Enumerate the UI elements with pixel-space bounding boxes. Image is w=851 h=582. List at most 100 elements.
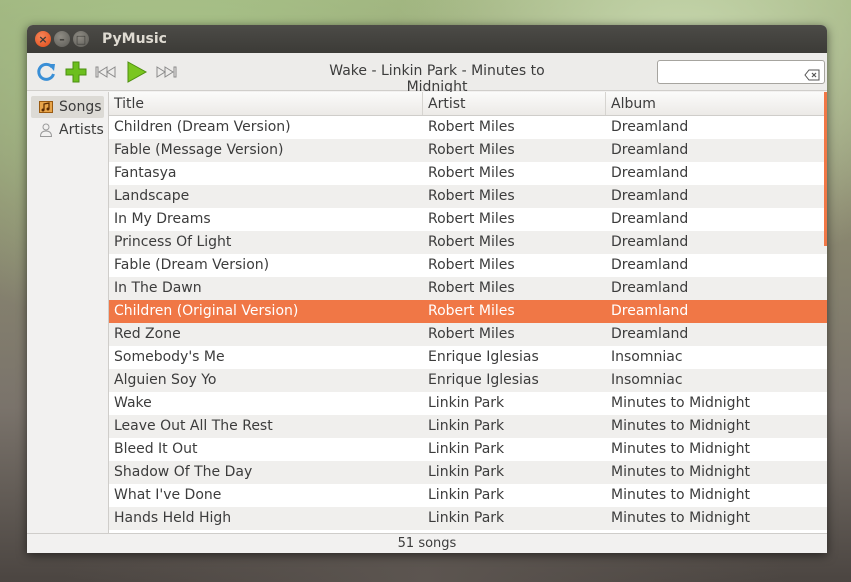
maximize-icon: □ <box>75 32 87 46</box>
cell-title: Landscape <box>114 188 190 204</box>
table-row[interactable]: Wake Linkin Park Minutes to Midnight <box>109 392 827 415</box>
cell-album: Dreamland <box>611 234 689 250</box>
sidebar-item-label: Artists <box>59 122 104 138</box>
cell-artist: Enrique Iglesias <box>428 372 539 388</box>
table-row[interactable]: Alguien Soy Yo Enrique Iglesias Insomniac <box>109 369 827 392</box>
cell-album: Minutes to Midnight <box>611 441 750 457</box>
table-row[interactable]: What I've Done Linkin Park Minutes to Midn… <box>109 484 827 507</box>
cell-title: Somebody's Me <box>114 349 225 365</box>
refresh-button[interactable] <box>31 57 61 87</box>
cell-artist: Linkin Park <box>428 487 505 503</box>
minimize-window-button[interactable]: – <box>54 31 70 47</box>
sidebar: Songs Artists <box>27 92 109 533</box>
cell-artist: Robert Miles <box>428 303 515 319</box>
table-header: Title Artist Album <box>109 92 827 116</box>
cell-album: Minutes to Midnight <box>611 487 750 503</box>
sidebar-item-label: Songs <box>59 99 102 115</box>
table-row[interactable]: Fable (Message Version) Robert Miles Dream… <box>109 139 827 162</box>
search-input[interactable] <box>662 62 802 82</box>
table-row[interactable]: Children (Dream Version) Robert Miles Drea… <box>109 116 827 139</box>
cell-title: Fantasya <box>114 165 177 181</box>
song-table: Title Artist Album Children (Dream Versi… <box>109 92 827 533</box>
next-button[interactable] <box>151 57 181 87</box>
table-row[interactable]: Children (Original Version) Robert Miles D… <box>109 300 827 323</box>
cell-album: Dreamland <box>611 211 689 227</box>
cell-title: Hands Held High <box>114 510 232 526</box>
content-area: Songs Artists Title Artist Album Childre… <box>27 92 827 533</box>
cell-album: Dreamland <box>611 303 689 319</box>
cell-artist: Linkin Park <box>428 418 505 434</box>
table-row[interactable]: Leave Out All The Rest Linkin Park Minutes… <box>109 415 827 438</box>
table-row[interactable]: Shadow Of The Day Linkin Park Minutes to M… <box>109 461 827 484</box>
cell-title: Princess Of Light <box>114 234 232 250</box>
previous-button[interactable] <box>91 57 121 87</box>
sidebar-item-songs[interactable]: Songs <box>31 96 104 118</box>
add-button[interactable] <box>61 57 91 87</box>
cell-artist: Enrique Iglesias <box>428 349 539 365</box>
close-window-button[interactable]: × <box>35 31 51 47</box>
status-bar: 51 songs <box>27 533 827 553</box>
cell-title: In The Dawn <box>114 280 202 296</box>
cell-artist: Robert Miles <box>428 211 515 227</box>
cell-album: Dreamland <box>611 257 689 273</box>
cell-artist: Linkin Park <box>428 395 505 411</box>
window-title: PyMusic <box>102 31 167 47</box>
table-row[interactable]: Princess Of Light Robert Miles Dreamland <box>109 231 827 254</box>
sidebar-item-artists[interactable]: Artists <box>31 119 104 141</box>
cell-album: Insomniac <box>611 349 683 365</box>
cell-artist: Robert Miles <box>428 280 515 296</box>
title-bar[interactable]: × – □ PyMusic <box>27 25 827 53</box>
table-row[interactable]: Red Zone Robert Miles Dreamland <box>109 323 827 346</box>
table-row[interactable]: Somebody's Me Enrique Iglesias Insomniac <box>109 346 827 369</box>
cell-title: Red Zone <box>114 326 181 342</box>
table-row[interactable]: In The Dawn Robert Miles Dreamland <box>109 277 827 300</box>
search-box <box>657 60 825 84</box>
cell-artist: Robert Miles <box>428 234 515 250</box>
skip-forward-icon <box>156 65 177 78</box>
cell-title: Bleed It Out <box>114 441 198 457</box>
cell-artist: Robert Miles <box>428 142 515 158</box>
cell-title: Fable (Dream Version) <box>114 257 270 273</box>
cell-album: Minutes to Midnight <box>611 418 750 434</box>
cell-title: Wake <box>114 395 152 411</box>
cell-artist: Robert Miles <box>428 257 515 273</box>
plus-icon <box>65 61 87 82</box>
cell-artist: Linkin Park <box>428 510 505 526</box>
cell-title: Shadow Of The Day <box>114 464 253 480</box>
table-row[interactable]: Landscape Robert Miles Dreamland <box>109 185 827 208</box>
table-row[interactable]: Hands Held High Linkin Park Minutes to Mid… <box>109 507 827 530</box>
cell-title: Leave Out All The Rest <box>114 418 273 434</box>
cell-album: Dreamland <box>611 142 689 158</box>
cell-title: Alguien Soy Yo <box>114 372 217 388</box>
column-header-album[interactable]: Album <box>606 92 827 115</box>
maximize-window-button[interactable]: □ <box>73 31 89 47</box>
cell-title: Children (Original Version) <box>114 303 299 319</box>
cell-title: Children (Dream Version) <box>114 119 291 135</box>
cell-album: Dreamland <box>611 280 689 296</box>
cell-album: Minutes to Midnight <box>611 510 750 526</box>
cell-artist: Linkin Park <box>428 464 505 480</box>
play-button[interactable] <box>121 57 151 87</box>
skip-back-icon <box>95 65 116 78</box>
column-header-title[interactable]: Title <box>109 92 423 115</box>
table-row[interactable]: Fantasya Robert Miles Dreamland <box>109 162 827 185</box>
table-row[interactable]: Fable (Dream Version) Robert Miles Dreamla… <box>109 254 827 277</box>
close-icon: × <box>38 32 48 46</box>
play-icon <box>127 60 148 83</box>
person-icon <box>39 123 53 137</box>
cell-album: Minutes to Midnight <box>611 395 750 411</box>
cell-album: Dreamland <box>611 165 689 181</box>
cell-title: What I've Done <box>114 487 222 503</box>
cell-artist: Robert Miles <box>428 165 515 181</box>
cell-artist: Linkin Park <box>428 441 505 457</box>
clear-search-button[interactable] <box>804 66 820 85</box>
table-row[interactable]: Bleed It Out Linkin Park Minutes to Midnig… <box>109 438 827 461</box>
cell-artist: Robert Miles <box>428 119 515 135</box>
song-count: 51 songs <box>397 536 457 551</box>
table-row[interactable]: In My Dreams Robert Miles Dreamland <box>109 208 827 231</box>
column-header-artist[interactable]: Artist <box>423 92 606 115</box>
cell-album: Dreamland <box>611 188 689 204</box>
cell-album: Dreamland <box>611 326 689 342</box>
cell-artist: Robert Miles <box>428 326 515 342</box>
scrollbar[interactable] <box>824 92 827 246</box>
